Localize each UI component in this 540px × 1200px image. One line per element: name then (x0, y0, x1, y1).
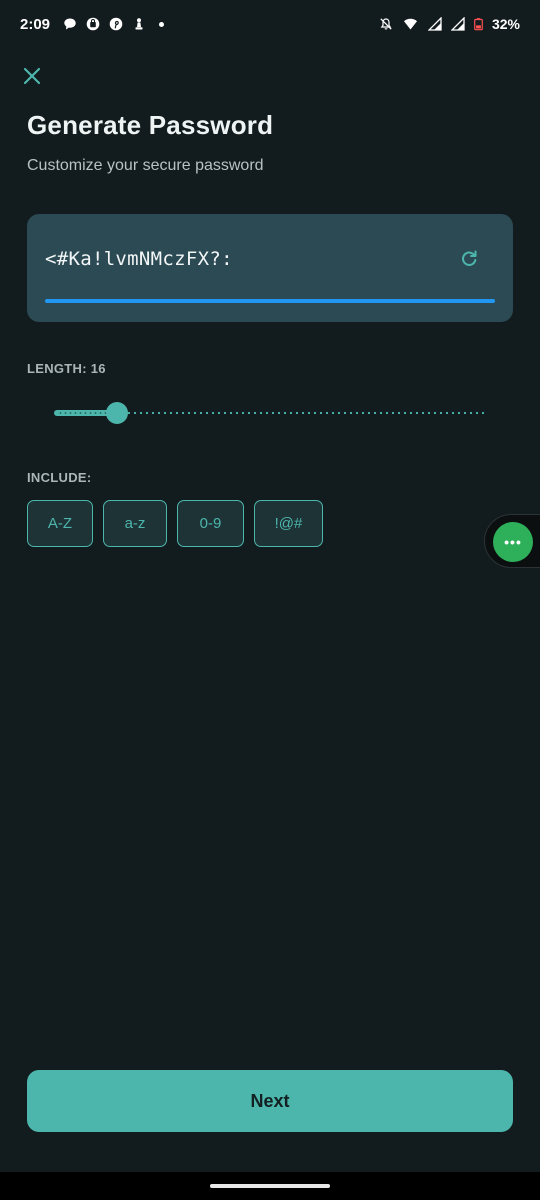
pinterest-icon (109, 17, 123, 31)
status-bar: 2:09 32% (0, 0, 540, 48)
generated-password[interactable]: <#Ka!lvmNMczFX?: (45, 248, 233, 270)
length-slider[interactable] (54, 400, 486, 426)
slider-thumb[interactable] (106, 402, 128, 424)
bag-icon (86, 17, 100, 31)
bell-off-icon (380, 18, 392, 30)
battery-icon (474, 18, 483, 31)
dot-icon (159, 21, 165, 27)
strength-bar-fill (45, 299, 495, 303)
signal-icon (427, 17, 442, 31)
close-button[interactable] (20, 64, 44, 88)
home-indicator[interactable] (210, 1184, 330, 1188)
length-label: LENGTH: 16 (27, 361, 106, 376)
status-time: 2:09 (20, 15, 51, 33)
option-lowercase[interactable]: a-z (103, 500, 167, 547)
refresh-icon[interactable] (459, 249, 479, 269)
option-symbols[interactable]: !@# (254, 500, 323, 547)
signal-icon (450, 17, 465, 31)
status-right: 32% (379, 16, 520, 32)
more-dots-icon[interactable]: ••• (493, 522, 533, 562)
include-options: A-Z a-z 0-9 !@# (27, 500, 323, 547)
password-card: <#Ka!lvmNMczFX?: (27, 214, 513, 322)
floating-bubble: ••• (484, 514, 540, 568)
close-icon (23, 67, 41, 85)
page-title: Generate Password (27, 110, 274, 140)
chat-bubble-icon (64, 18, 76, 30)
strength-bar (45, 299, 495, 303)
include-label: INCLUDE: (27, 470, 92, 485)
option-numbers[interactable]: 0-9 (177, 500, 244, 547)
next-button[interactable]: Next (27, 1070, 513, 1132)
wifi-icon (403, 18, 417, 30)
option-uppercase[interactable]: A-Z (27, 500, 93, 547)
status-left: 2:09 (20, 15, 165, 33)
page-subtitle: Customize your secure password (27, 157, 264, 174)
navigation-bar (0, 1172, 540, 1200)
battery-percent: 32% (491, 16, 520, 32)
chess-icon (135, 18, 143, 30)
